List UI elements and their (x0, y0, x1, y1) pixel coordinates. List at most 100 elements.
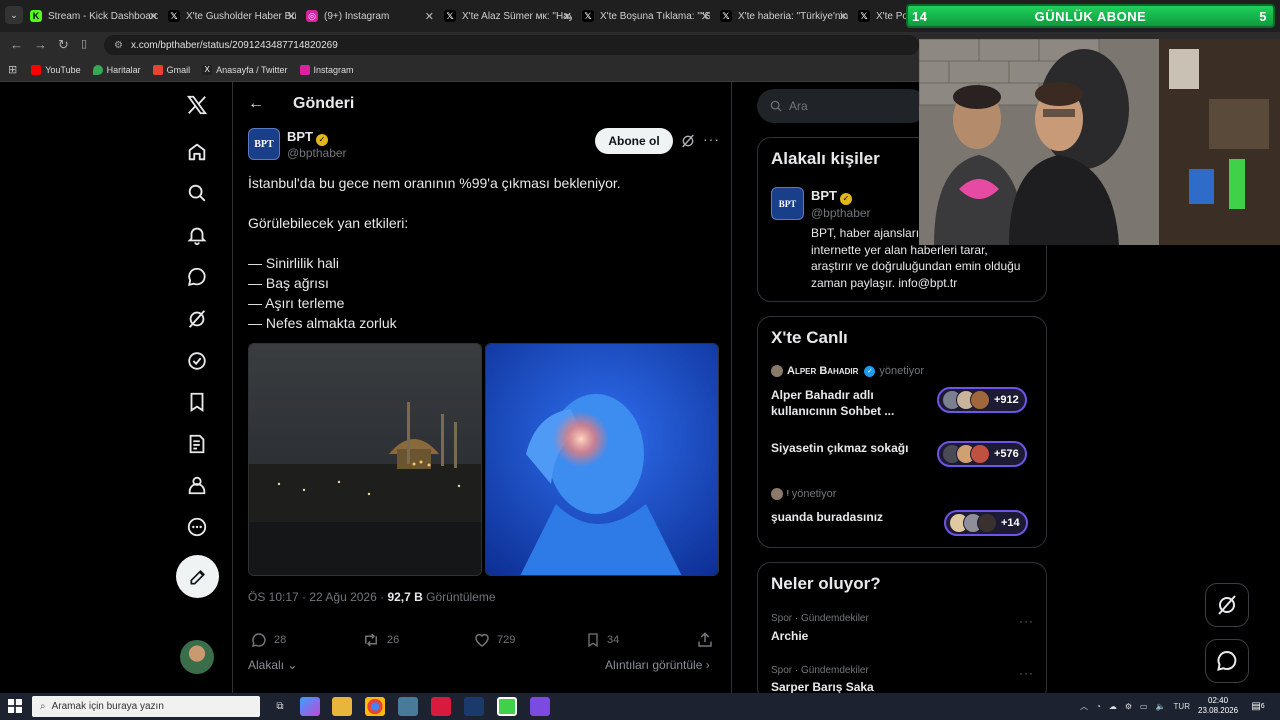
reply-sort-dropdown[interactable]: Alakalı ⌄ (248, 658, 297, 672)
browser-tab[interactable]: K Stream - Kick Dashboard ✕ (30, 5, 158, 27)
bookmark-icon (588, 633, 598, 648)
taskbar-clock[interactable]: 02:40 23.08.2026 (1198, 696, 1238, 716)
browser-tab[interactable]: 𝕏 X'te Boşuna Tıklama: ""Sa ✕ (582, 5, 710, 27)
copilot-icon[interactable] (300, 697, 320, 716)
host-name: Alper Bahadır (787, 365, 859, 377)
grok-icon[interactable] (184, 306, 210, 332)
account-avatar[interactable] (180, 640, 214, 674)
space-listeners[interactable]: +576 (937, 441, 1027, 467)
speaker-icon[interactable]: 🔈 (1156, 702, 1166, 711)
related-avatar[interactable]: BPT (771, 187, 804, 220)
author-avatar[interactable]: BPT (248, 128, 280, 160)
taskbar-search-input[interactable]: ⌕ Aramak için buraya yazın (32, 696, 260, 717)
file-explorer-icon[interactable] (332, 697, 352, 716)
space-host[interactable]: Alper Bahadır ✓ yönetiyor (771, 365, 924, 377)
tray-chevron-icon[interactable]: ︿ (1080, 701, 1088, 712)
tray-app-icon[interactable]: ☁ (1109, 702, 1117, 711)
articles-icon[interactable] (184, 431, 210, 457)
tray-app-icon[interactable]: ⚙ (1125, 702, 1132, 711)
bookmark-instagram[interactable]: Instagram (299, 64, 354, 75)
close-icon[interactable]: ✕ (839, 10, 848, 23)
bookmark-gmail[interactable]: Gmail (152, 64, 190, 75)
related-name[interactable]: BPT ✓ (811, 188, 852, 205)
kick-app-icon[interactable] (497, 697, 517, 716)
x-logo-icon[interactable] (184, 92, 210, 118)
search-icon[interactable] (184, 180, 210, 206)
bookmark-button[interactable]: 34 (585, 631, 619, 649)
space-title[interactable]: Alper Bahadır adlı kullanıcının Sohbet .… (771, 387, 894, 419)
messages-float-button[interactable] (1205, 639, 1249, 683)
sidepanel-icon[interactable]: ▯ (81, 37, 87, 50)
space-listeners[interactable]: +912 (937, 387, 1027, 413)
language-indicator[interactable]: TUR (1174, 702, 1190, 711)
back-icon[interactable]: ← (10, 37, 23, 52)
forward-icon[interactable]: → (34, 37, 47, 52)
close-icon[interactable]: ✕ (701, 10, 710, 23)
more-options-icon[interactable] (184, 514, 210, 540)
browser-tab[interactable]: 𝕏 X'te haberia: "Türkiye'nin ✕ (720, 5, 848, 27)
follow-button[interactable]: Abone ol (595, 128, 673, 154)
search-input[interactable]: Ara (757, 89, 927, 123)
trend-name[interactable]: Archie (771, 629, 808, 643)
post-image-headache[interactable] (485, 343, 719, 576)
grok-float-button[interactable] (1205, 583, 1249, 627)
reload-icon[interactable]: ↻ (58, 37, 69, 53)
obs-icon[interactable] (431, 697, 451, 716)
compose-post-button[interactable] (176, 555, 219, 598)
network-icon[interactable]: ▭ (1140, 702, 1148, 711)
notifications-icon[interactable] (184, 222, 210, 248)
trend-name[interactable]: Sarper Barış Saka (771, 680, 874, 694)
repost-button[interactable]: 26 (361, 631, 399, 649)
grid-app-icon[interactable] (530, 697, 550, 716)
task-view-icon[interactable]: ⧉ (270, 697, 290, 716)
space-title[interactable]: şuanda buradasınız (771, 509, 883, 525)
trend-more-icon[interactable]: ··· (1019, 666, 1034, 680)
notifications-icon[interactable]: ▤ 6 (1248, 697, 1268, 716)
listener-avatar (970, 444, 990, 464)
grok-icon[interactable] (680, 133, 696, 149)
author-handle[interactable]: @bpthaber (287, 146, 347, 160)
bookmark-twitter[interactable]: X Anasayfa / Twitter (202, 64, 288, 75)
browser-tab[interactable]: 𝕏 X'te Alaz Sümer мк: "Hay ✕ (444, 5, 572, 27)
close-icon[interactable]: ✕ (425, 10, 434, 23)
steam-icon[interactable] (464, 697, 484, 716)
apps-icon[interactable]: ⊞ (8, 63, 17, 76)
home-icon[interactable] (184, 139, 210, 165)
listener-avatar (977, 513, 997, 533)
trend-more-icon[interactable]: ··· (1019, 614, 1034, 628)
tray-app-icon[interactable]: ◔ (1096, 702, 1101, 711)
browser-tab[interactable]: ◎ (9+) Instagram ✕ (306, 5, 434, 27)
windows-start-icon[interactable] (8, 699, 22, 713)
tab-search-button[interactable]: ⌄ (5, 6, 23, 24)
chrome-icon[interactable] (365, 697, 385, 716)
space-host[interactable]: ᵎ yönetiyor (771, 488, 836, 500)
reply-button[interactable]: 28 (250, 631, 286, 649)
post-text-line: — Aşırı terleme (248, 295, 345, 311)
verified-icon[interactable] (184, 348, 210, 374)
space-listeners[interactable]: +14 (944, 510, 1028, 536)
like-button[interactable]: 729 (473, 631, 515, 649)
messages-icon[interactable] (184, 264, 210, 290)
author-name[interactable]: BPT ✓ (287, 129, 328, 146)
related-handle[interactable]: @bpthaber (811, 206, 871, 220)
url-input[interactable]: ⚙ x.com/bpthaber/status/2091243487714820… (104, 35, 919, 55)
browser-tab[interactable]: 𝕏 X'te Pop (858, 5, 906, 27)
back-arrow-icon[interactable]: ← (248, 95, 264, 113)
post-image-mosque-night[interactable] (248, 343, 482, 576)
close-icon[interactable]: ✕ (563, 10, 572, 23)
bookmarks-icon[interactable] (184, 389, 210, 415)
bookmark-youtube[interactable]: YouTube (31, 64, 81, 75)
post-timestamp[interactable]: ÖS 10:17 · 22 Ağu 2026 · (248, 590, 384, 604)
close-icon[interactable]: ✕ (149, 10, 158, 23)
app-icon[interactable] (398, 697, 418, 716)
space-title[interactable]: Siyasetin çıkmaz sokağı (771, 440, 908, 456)
site-info-icon[interactable]: ⚙ (114, 40, 123, 51)
view-quotes-link[interactable]: Alıntıları görüntüle › (605, 658, 710, 672)
browser-tab[interactable]: 𝕏 X'te Gusholder Haber Bül ✕ (168, 5, 296, 27)
bookmark-maps[interactable]: Haritalar (92, 64, 141, 75)
more-icon[interactable]: ··· (703, 131, 720, 147)
profile-icon[interactable] (184, 472, 210, 498)
share-button[interactable] (696, 631, 720, 649)
x-logo-icon: 𝕏 (444, 10, 456, 22)
close-icon[interactable]: ✕ (287, 10, 296, 23)
